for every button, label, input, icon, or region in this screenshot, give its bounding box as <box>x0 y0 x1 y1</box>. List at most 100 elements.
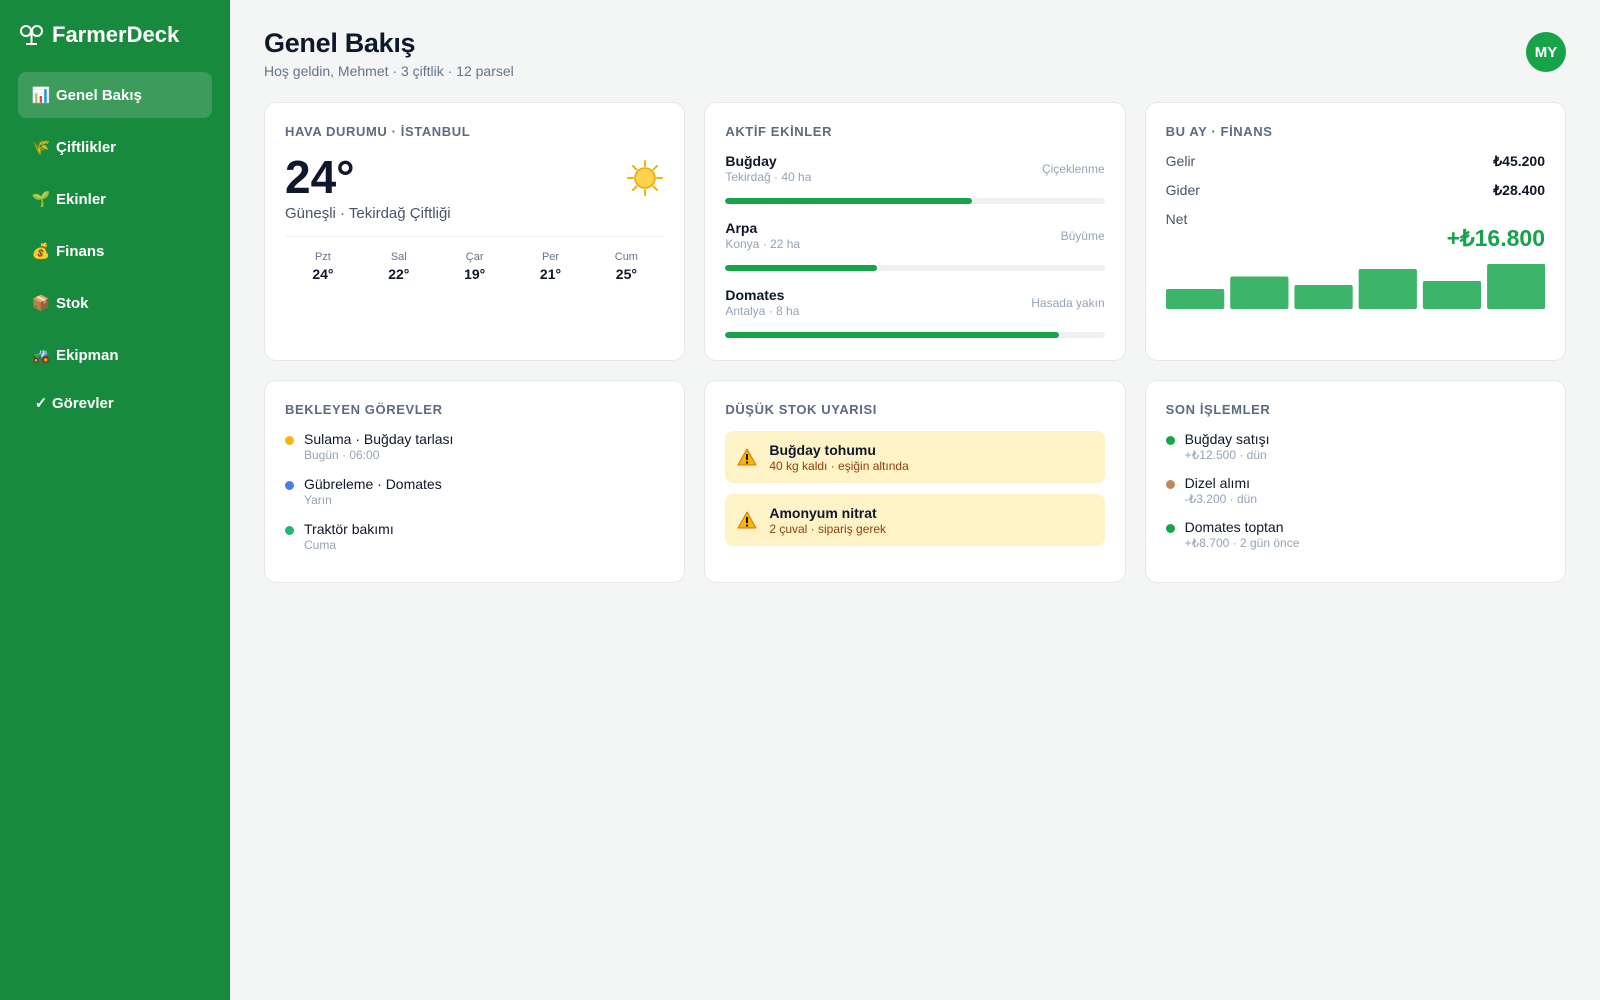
tasks-title: BEKLEYEN GÖREVLER <box>285 402 443 417</box>
forecast-day-temp: 22° <box>388 266 410 282</box>
weather-description: Güneşli · Tekirdağ Çiftliği <box>285 205 451 222</box>
crop-progress-track <box>725 332 1105 338</box>
warning-icon <box>737 448 757 466</box>
forecast-day-temp: 25° <box>615 266 637 282</box>
app-name: FarmerDeck <box>52 22 180 47</box>
warning-icon <box>737 511 757 529</box>
money-bag-icon: 💰 <box>31 243 51 260</box>
pending-tasks-card: BEKLEYEN GÖREVLER Sulama · Buğday tarlas… <box>264 380 686 583</box>
expense-value: ₺28.400 <box>1493 182 1545 198</box>
crop-stage: Hasada yakın <box>1031 296 1105 310</box>
net-label: Net <box>1165 211 1188 227</box>
transaction-dot <box>1165 436 1175 445</box>
task-status-dot <box>285 481 294 490</box>
avatar[interactable]: MY <box>1526 32 1566 72</box>
crop-name: Domates <box>725 287 785 303</box>
forecast-day-label: Cum <box>614 251 638 263</box>
forecast-day: Sal 22° <box>361 251 437 282</box>
forecast-day-temp: 19° <box>464 266 486 282</box>
forecast-day-label: Sal <box>390 251 407 263</box>
forecast-day: Pzt 24° <box>285 251 361 282</box>
finance-mini-chart <box>1165 259 1545 309</box>
sidebar-item-label: Ekipman <box>56 346 119 364</box>
sidebar-item-label: Finans <box>56 242 105 260</box>
transactions-title: SON İŞLEMLER <box>1165 402 1271 417</box>
sidebar-item-equipment[interactable]: 🚜 Ekipman <box>18 332 212 378</box>
transaction-dot <box>1165 480 1175 489</box>
forecast-row: Pzt 24° Sal 22° Çar 19° Per 21° Cum 25° <box>285 236 665 282</box>
expense-row: Gider ₺28.400 <box>1166 182 1545 199</box>
task-item[interactable]: Traktör bakımı Cuma <box>285 521 664 552</box>
stock-alert-detail: 2 çuval · sipariş gerek <box>769 521 887 536</box>
finance-bar <box>1358 269 1417 309</box>
main-content: Genel Bakış Hoş geldin, Mehmet · 3 çiftl… <box>264 28 1566 583</box>
crop-item[interactable]: Arpa Konya · 22 ha Büyüme <box>725 220 1105 271</box>
crop-item[interactable]: Buğday Tekirdağ · 40 ha Çiçeklenme <box>725 153 1105 204</box>
app-brand[interactable]: FarmerDeck <box>18 22 212 48</box>
sidebar-item-label: Stok <box>56 294 89 312</box>
page-subtitle: Hoş geldin, Mehmet · 3 çiftlik · 12 pars… <box>264 63 514 79</box>
finance-bar <box>1294 285 1353 309</box>
sidebar-item-tasks[interactable]: ✓ Görevler <box>18 380 212 426</box>
transaction-detail: -₺3.200 · dün <box>1184 492 1258 506</box>
transaction-dot <box>1165 524 1175 533</box>
transaction-detail: +₺8.700 · 2 gün önce <box>1184 536 1300 550</box>
active-crops-card: AKTİF EKİNLER Buğday Tekirdağ · 40 ha Çi… <box>704 102 1126 361</box>
task-due: Cuma <box>304 538 337 552</box>
stock-alert[interactable]: Amonyum nitrat 2 çuval · sipariş gerek <box>725 494 1105 546</box>
stock-alert[interactable]: Buğday tohumu 40 kg kaldı · eşiğin altın… <box>725 431 1105 483</box>
task-status-dot <box>285 526 294 535</box>
sidebar-item-stock[interactable]: 📦 Stok <box>18 280 212 326</box>
weather-title: HAVA DURUMU · İSTANBUL <box>285 124 471 139</box>
transaction-item[interactable]: Domates toptan +₺8.700 · 2 gün önce <box>1165 519 1545 550</box>
low-stock-card: DÜŞÜK STOK UYARISI Buğday tohumu 40 kg k… <box>704 380 1126 583</box>
transaction-item[interactable]: Dizel alımı -₺3.200 · dün <box>1165 475 1545 506</box>
page-header: Genel Bakış Hoş geldin, Mehmet · 3 çiftl… <box>264 28 1566 79</box>
forecast-day-label: Çar <box>465 251 484 263</box>
forecast-day-temp: 21° <box>539 266 562 282</box>
page-title: Genel Bakış <box>264 28 416 58</box>
checkmark-icon: ✓ <box>34 395 48 412</box>
logo-icon <box>20 25 43 45</box>
sidebar-item-crops[interactable]: 🌱 Ekinler <box>18 176 212 222</box>
crop-stage: Büyüme <box>1060 229 1105 243</box>
sidebar-item-label: Ekinler <box>56 190 107 208</box>
income-row: Gelir ₺45.200 <box>1166 153 1545 170</box>
task-title: Traktör bakımı <box>304 521 394 537</box>
forecast-day: Cum 25° <box>588 251 664 282</box>
income-value: ₺45.200 <box>1493 153 1545 169</box>
forecast-day-label: Per <box>541 251 560 263</box>
finance-bar <box>1486 264 1545 309</box>
sidebar-item-finance[interactable]: 💰 Finans <box>18 228 212 274</box>
finance-bar <box>1165 289 1224 309</box>
transaction-detail: +₺12.500 · dün <box>1184 448 1267 462</box>
forecast-day: Per 21° <box>513 251 589 282</box>
top-cards-row: HAVA DURUMU · İSTANBUL 24° Güneşli · Tek… <box>264 102 1566 361</box>
weather-card: HAVA DURUMU · İSTANBUL 24° Güneşli · Tek… <box>264 102 686 361</box>
sidebar-item-overview[interactable]: 📊 Genel Bakış <box>18 72 212 118</box>
finance-bar <box>1422 281 1481 309</box>
transaction-item[interactable]: Buğday satışı +₺12.500 · dün <box>1165 431 1545 462</box>
task-due: Bugün · 06:00 <box>304 448 380 462</box>
crop-meta: Tekirdağ · 40 ha <box>725 170 812 184</box>
crop-progress-fill <box>725 198 972 204</box>
sidebar-item-label: Çiftlikler <box>56 138 117 156</box>
task-title: Sulama · Buğday tarlası <box>304 431 454 447</box>
task-item[interactable]: Gübreleme · Domates Yarın <box>285 476 664 507</box>
bottom-cards-row: BEKLEYEN GÖREVLER Sulama · Buğday tarlas… <box>264 380 1566 583</box>
crop-progress-fill <box>725 332 1060 338</box>
forecast-day: Çar 19° <box>437 251 513 282</box>
task-item[interactable]: Sulama · Buğday tarlası Bugün · 06:00 <box>285 431 664 462</box>
income-label: Gelir <box>1165 153 1196 169</box>
task-due: Yarın <box>304 493 332 507</box>
stock-title: DÜŞÜK STOK UYARISI <box>725 402 877 417</box>
crop-item[interactable]: Domates Antalya · 8 ha Hasada yakın <box>725 287 1105 338</box>
task-title: Gübreleme · Domates <box>304 476 442 492</box>
sidebar-item-label: Genel Bakış <box>56 86 142 104</box>
transaction-title: Buğday satışı <box>1184 431 1270 447</box>
recent-transactions-card: SON İŞLEMLER Buğday satışı +₺12.500 · dü… <box>1144 380 1566 583</box>
forecast-day-label: Pzt <box>314 251 331 263</box>
sidebar-item-farms[interactable]: 🌾 Çiftlikler <box>18 124 212 170</box>
package-icon: 📦 <box>31 295 51 312</box>
crop-progress-fill <box>725 265 878 271</box>
